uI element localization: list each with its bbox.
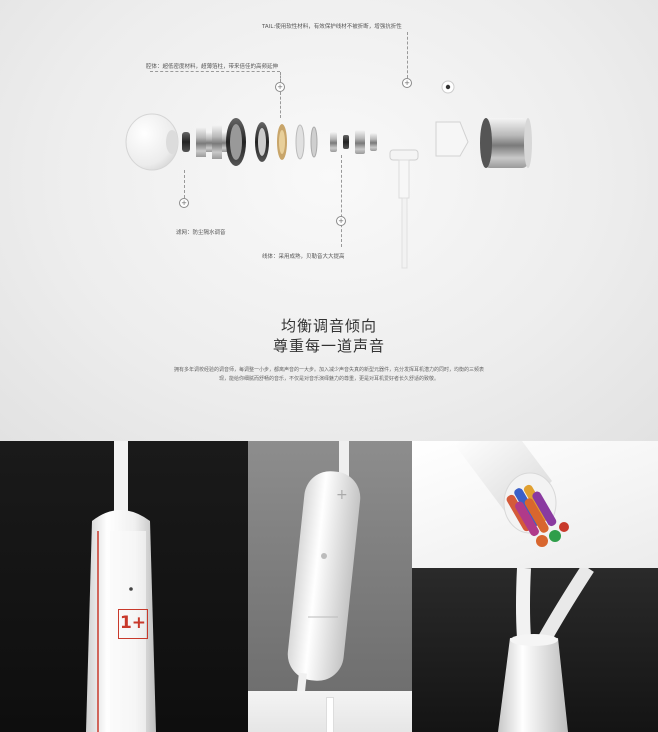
exploded-view-section: + + + + TAIL:使用软性材料，有效保护线材不被折断，增强抗折性 腔体：… [0,0,658,441]
filter-part [182,132,190,152]
photo-panel-remote: + [248,441,412,732]
cavity-guide-line-2 [280,92,281,118]
metal-shell [480,118,532,168]
filter-marker-icon[interactable]: + [179,198,189,208]
cable-marker-icon[interactable]: + [336,216,346,226]
remote-control-photo: + [287,441,361,732]
rear-housing [435,121,469,157]
filter-guide-line [184,170,185,198]
oneplus-logo: 1+ [118,609,148,639]
filter-callout: 滤网：防尘隔水调音 [176,230,226,236]
earphone-logo-photo [86,441,156,732]
tail-guide-line [407,32,408,78]
photo-panel-logo: 1+ [0,441,248,732]
cavity-guide-drop [280,72,281,82]
cable-wires-photo [452,441,569,547]
cavity-marker-icon[interactable]: + [275,82,285,92]
tail-and-cable [389,149,419,269]
y-splitter-photo [498,568,594,732]
photo-panel-wires [412,441,658,568]
cable-callout: 线体：采用成熟，贝勒音大大提高 [262,254,345,260]
cable-guide-line [341,155,342,247]
small-components [330,130,377,154]
description-text: 拥有多年调校经验的调音师，每调整一小步，都离声音的一大步。加入减少声音失真的新型… [173,367,484,382]
photo-panel-splitter [412,568,658,732]
tail-marker-icon[interactable]: + [402,78,412,88]
svg-text:+: + [336,487,348,503]
heading-line-1: 均衡调音倾向 [280,317,377,335]
tail-callout: TAIL:使用软性材料，有效保护线材不被折断，增强抗折性 [262,24,402,30]
heading-line-2: 尊重每一道声音 [272,337,385,355]
cavity-callout: 腔体：超低密度材料，超薄箔柱，带来倍佳的高频延伸 [146,64,279,70]
nozzle-part [196,118,246,166]
driver-rings [255,122,318,162]
cavity-guide-line [150,71,280,72]
remote-inset-photo [248,691,412,732]
ear-tip [125,113,179,171]
